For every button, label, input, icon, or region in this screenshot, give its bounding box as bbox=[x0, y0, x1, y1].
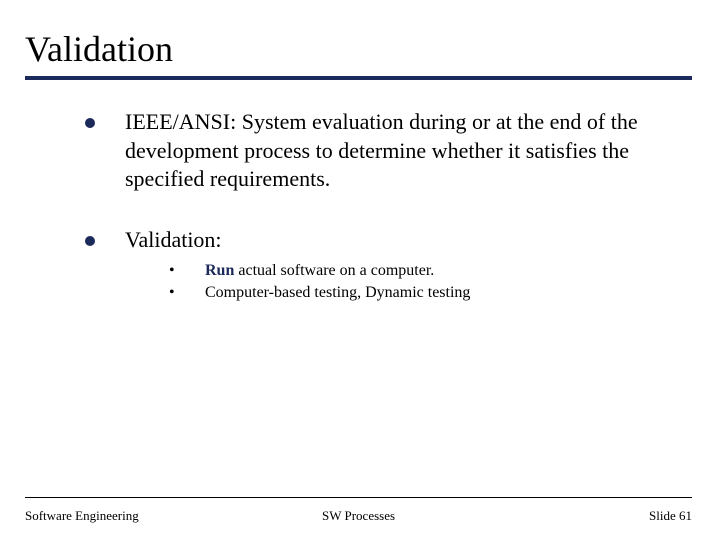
footer-right: Slide 61 bbox=[649, 508, 692, 524]
footer: Software Engineering SW Processes Slide … bbox=[25, 508, 692, 524]
emphasis-text: Run bbox=[205, 262, 234, 279]
bullet-text: Validation: bbox=[125, 226, 662, 255]
slide: Validation IEEE/ANSI: System evaluation … bbox=[0, 0, 717, 538]
slide-title: Validation bbox=[25, 28, 692, 70]
bullet-icon bbox=[85, 236, 95, 246]
bullet-item: Validation: • Run actual software on a c… bbox=[85, 226, 662, 307]
content-area: IEEE/ANSI: System evaluation during or a… bbox=[25, 108, 692, 306]
sub-text-rest: actual software on a computer. bbox=[234, 262, 434, 279]
sub-bullet-icon: • bbox=[165, 284, 205, 302]
sub-bullet-icon: • bbox=[165, 262, 205, 280]
footer-divider bbox=[25, 497, 692, 498]
sub-text-rest: Computer-based testing, Dynamic testing bbox=[205, 284, 470, 301]
bullet-text: IEEE/ANSI: System evaluation during or a… bbox=[125, 108, 662, 194]
sub-item: • Run actual software on a computer. bbox=[165, 262, 662, 280]
sub-list: • Run actual software on a computer. • C… bbox=[125, 262, 662, 302]
sub-text: Computer-based testing, Dynamic testing bbox=[205, 284, 470, 302]
sub-item: • Computer-based testing, Dynamic testin… bbox=[165, 284, 662, 302]
bullet-icon bbox=[85, 118, 95, 128]
footer-left: Software Engineering bbox=[25, 508, 139, 524]
bullet-item: IEEE/ANSI: System evaluation during or a… bbox=[85, 108, 662, 194]
sub-text: Run actual software on a computer. bbox=[205, 262, 434, 280]
footer-center: SW Processes bbox=[322, 508, 395, 524]
title-underline bbox=[25, 76, 692, 80]
